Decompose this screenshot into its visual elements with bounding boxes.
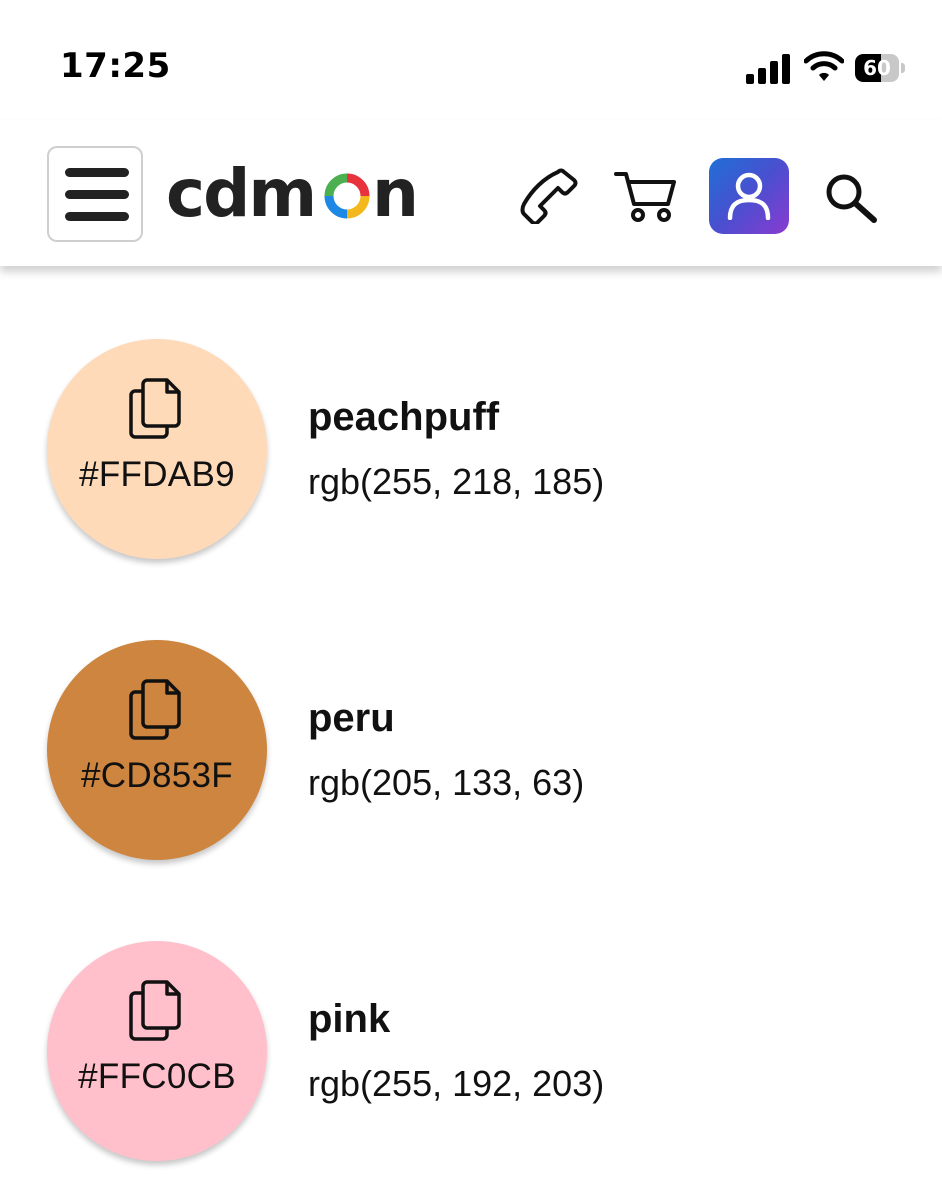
color-swatch-copy-button[interactable]: #FFC0CB <box>47 941 267 1161</box>
phone-icon[interactable] <box>520 168 580 224</box>
logo-ring-icon <box>324 173 370 219</box>
copy-icon <box>129 980 181 1041</box>
color-name: peru <box>308 696 395 740</box>
status-bar: 17:25 60 <box>0 0 942 120</box>
color-hex: #FFDAB9 <box>79 455 235 494</box>
color-hex: #FFC0CB <box>78 1057 236 1096</box>
color-row-peachpuff: #FFDAB9 peachpuff rgb(255, 218, 185) <box>0 339 942 579</box>
color-hex: #CD853F <box>81 756 233 795</box>
site-header: cdm n <box>0 120 942 266</box>
cart-icon[interactable] <box>614 168 678 224</box>
color-swatch-copy-button[interactable]: #FFDAB9 <box>47 339 267 559</box>
logo-text-end: n <box>372 156 419 232</box>
menu-button[interactable] <box>47 146 143 242</box>
wifi-icon <box>804 51 844 81</box>
status-time: 17:25 <box>60 46 171 86</box>
color-rgb: rgb(205, 133, 63) <box>308 762 585 803</box>
color-name: peachpuff <box>308 395 500 439</box>
color-row-pink: #FFC0CB pink rgb(255, 192, 203) <box>0 941 942 1181</box>
search-icon[interactable] <box>824 172 880 224</box>
battery-level: 60 <box>863 56 891 80</box>
color-swatch-copy-button[interactable]: #CD853F <box>47 640 267 860</box>
signal-icon <box>746 54 790 84</box>
battery-indicator: 60 <box>855 54 907 84</box>
copy-icon <box>129 378 181 439</box>
color-row-peru: #CD853F peru rgb(205, 133, 63) <box>0 640 942 880</box>
logo-text-start: cdm <box>166 156 315 232</box>
user-account-button[interactable] <box>709 158 789 234</box>
color-name: pink <box>308 997 391 1041</box>
color-rgb: rgb(255, 218, 185) <box>308 461 605 502</box>
color-rgb: rgb(255, 192, 203) <box>308 1063 605 1104</box>
copy-icon <box>129 679 181 740</box>
cdmon-logo[interactable]: cdm n <box>166 156 426 236</box>
user-icon <box>727 172 771 220</box>
